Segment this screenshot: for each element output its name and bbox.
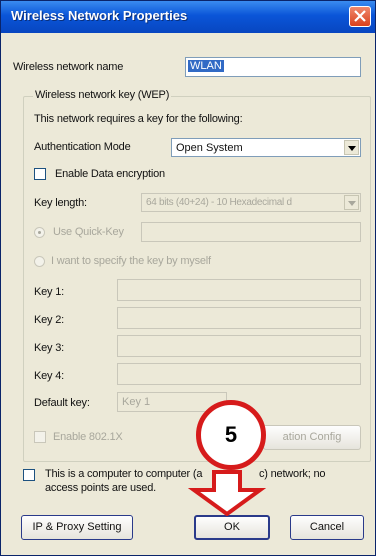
auth-mode-label: Authentication Mode	[34, 141, 131, 153]
key-3-label: Key 3:	[34, 342, 64, 354]
key-1-input[interactable]	[117, 279, 361, 301]
key-3-input[interactable]	[117, 335, 361, 357]
chevron-down-icon	[348, 201, 356, 206]
specify-key-radio[interactable]	[34, 256, 45, 267]
network-name-value: WLAN	[188, 60, 224, 72]
close-button[interactable]	[349, 6, 371, 27]
key-2-input[interactable]	[117, 307, 361, 329]
window-title: Wireless Network Properties	[11, 8, 188, 23]
default-key-value: Key 1	[122, 396, 151, 408]
ok-button[interactable]: OK	[194, 515, 270, 540]
network-name-input[interactable]: WLAN	[185, 57, 361, 77]
key-1-label: Key 1:	[34, 286, 64, 298]
adhoc-label-line2: access points are used.	[45, 482, 156, 494]
enable-8021x-checkbox[interactable]	[34, 431, 46, 443]
wep-description: This network requires a key for the foll…	[34, 113, 243, 125]
key-2-label: Key 2:	[34, 314, 64, 326]
authentication-config-button[interactable]: ation Config	[263, 425, 361, 450]
adhoc-checkbox[interactable]	[23, 469, 35, 481]
key-length-value: 64 bits (40+24) - 10 Hexadecimal d	[146, 197, 292, 208]
key-length-dropdown-button[interactable]	[344, 195, 359, 210]
enable-encryption-checkbox[interactable]	[34, 168, 46, 180]
ip-proxy-setting-button[interactable]: IP & Proxy Setting	[21, 515, 133, 540]
use-quick-key-radio[interactable]	[34, 227, 45, 238]
step-number-badge: 5	[196, 400, 266, 470]
auth-mode-select[interactable]: Open System	[171, 138, 361, 157]
network-name-label: Wireless network name	[13, 61, 124, 73]
key-4-input[interactable]	[117, 363, 361, 385]
quick-key-input[interactable]	[141, 222, 361, 242]
auth-mode-value: Open System	[176, 142, 243, 154]
auth-mode-dropdown-button[interactable]	[344, 140, 359, 155]
use-quick-key-label: Use Quick-Key	[53, 226, 124, 238]
key-length-label: Key length:	[34, 197, 87, 209]
cancel-button[interactable]: Cancel	[290, 515, 364, 540]
adhoc-label-part1: This is a computer to computer (a	[45, 468, 203, 480]
key-4-label: Key 4:	[34, 370, 64, 382]
specify-key-label: I want to specify the key by myself	[51, 255, 211, 267]
title-bar[interactable]: Wireless Network Properties	[1, 1, 375, 33]
down-arrow-icon	[188, 470, 267, 516]
adhoc-label-part2: c) network; no	[259, 468, 326, 480]
wep-group-title: Wireless network key (WEP)	[33, 89, 172, 101]
enable-8021x-label: Enable 802.1X	[53, 431, 123, 443]
default-key-label: Default key:	[34, 397, 90, 409]
key-length-select[interactable]: 64 bits (40+24) - 10 Hexadecimal d	[141, 193, 361, 212]
chevron-down-icon	[348, 146, 356, 151]
close-icon	[354, 10, 366, 22]
enable-encryption-label: Enable Data encryption	[55, 168, 165, 180]
